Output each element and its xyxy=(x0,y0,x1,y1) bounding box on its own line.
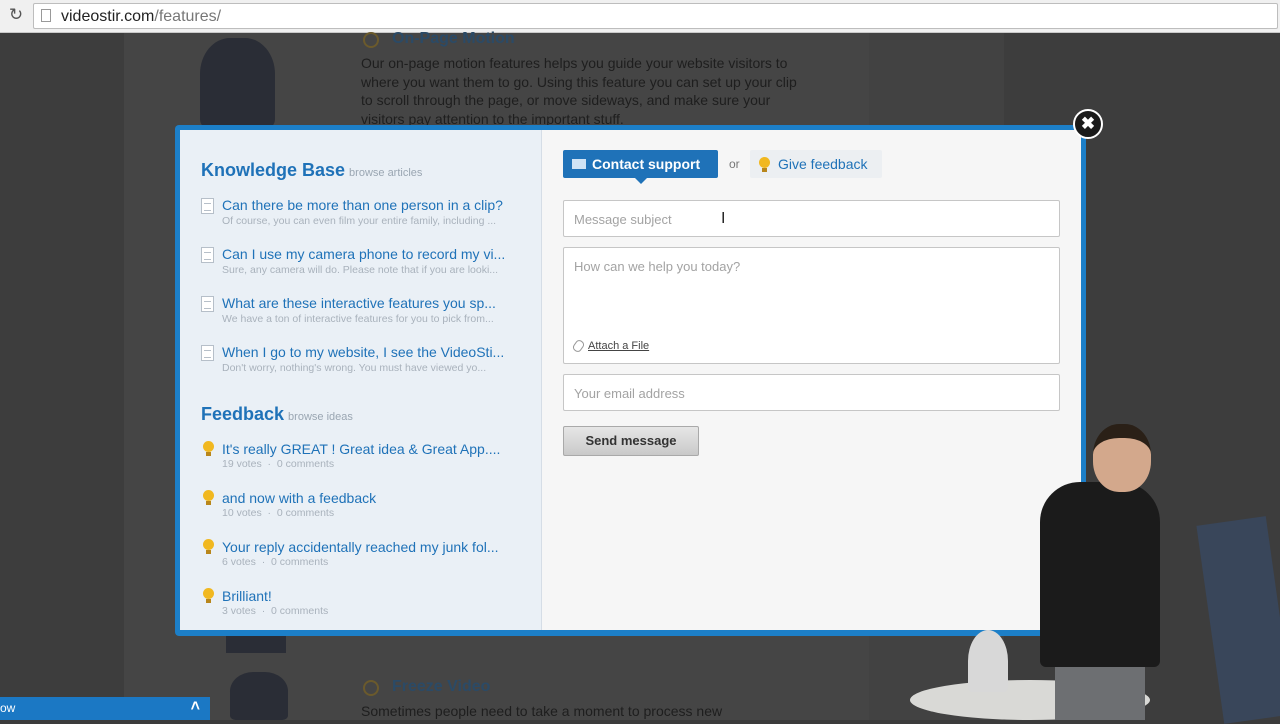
meta-separator: · xyxy=(261,605,266,617)
attach-file-link[interactable]: Attach a File xyxy=(571,338,650,354)
presenter-head xyxy=(1093,424,1151,492)
url-domain: videostir.com xyxy=(61,8,155,25)
text-cursor-icon: I xyxy=(721,210,726,227)
idea-votes: 3 votes xyxy=(222,605,256,617)
email-placeholder: Your email address xyxy=(574,386,685,401)
article-snippet: Of course, you can even film your entire… xyxy=(222,215,497,227)
article-title[interactable]: When I go to my website, I see the Video… xyxy=(222,344,522,360)
lightbulb-icon xyxy=(203,539,214,554)
close-icon[interactable]: ✖ xyxy=(1073,109,1103,139)
document-icon xyxy=(201,296,214,312)
url-text: videostir.com/features/ xyxy=(61,8,221,26)
bottom-widget-tab[interactable]: ow ˄ xyxy=(0,697,210,720)
chevron-up-icon[interactable]: ˄ xyxy=(191,698,200,716)
meta-separator: · xyxy=(267,458,272,470)
browse-articles-link[interactable]: browse articles xyxy=(349,167,422,179)
paperclip-icon xyxy=(571,338,586,354)
idea-meta: 6 votes · 0 comments xyxy=(222,556,328,568)
article-snippet: We have a ton of interactive features fo… xyxy=(222,313,494,325)
send-message-button[interactable]: Send message xyxy=(563,426,699,456)
section-title-freeze-video: Freeze Video xyxy=(392,678,491,695)
section-text-freeze-video: Sometimes people need to take a moment t… xyxy=(361,703,723,719)
person-thumbnail-cut xyxy=(226,636,286,653)
idea-comments: 0 comments xyxy=(276,507,335,519)
article-snippet: Sure, any camera will do. Please note th… xyxy=(222,264,499,276)
page-icon xyxy=(41,9,51,22)
url-path: /features/ xyxy=(154,8,222,25)
contact-form-panel: Contact support or Give feedback Message… xyxy=(542,130,1081,630)
idea-votes: 6 votes xyxy=(222,556,256,568)
person-thumbnail xyxy=(200,38,275,128)
idea-comments: 0 comments xyxy=(271,605,329,617)
idea-title[interactable]: Brilliant! xyxy=(222,588,522,604)
email-input[interactable]: Your email address xyxy=(563,374,1060,411)
meta-separator: · xyxy=(261,556,266,568)
section-title-onpage-motion: On-Page Motion xyxy=(392,30,515,47)
play-circle-icon xyxy=(363,32,379,48)
idea-meta: 3 votes · 0 comments xyxy=(222,605,328,617)
lightbulb-icon xyxy=(759,157,770,172)
url-field[interactable]: videostir.com/features/ xyxy=(33,3,1278,29)
tab-give-feedback[interactable]: Give feedback xyxy=(750,150,882,178)
article-title[interactable]: Can I use my camera phone to record my v… xyxy=(222,246,522,262)
lightbulb-icon xyxy=(203,441,214,456)
idea-meta: 10 votes · 0 comments xyxy=(222,507,334,519)
play-circle-icon xyxy=(363,680,379,696)
article-snippet: Don't worry, nothing's wrong. You must h… xyxy=(222,362,487,374)
video-presenter[interactable] xyxy=(1040,482,1160,667)
give-feedback-label: Give feedback xyxy=(778,156,868,172)
document-icon xyxy=(201,198,214,214)
message-body-textarea[interactable]: How can we help you today? Attach a File xyxy=(563,247,1060,364)
idea-title[interactable]: Your reply accidentally reached my junk … xyxy=(222,539,522,555)
idea-comments: 0 comments xyxy=(276,458,335,470)
browser-address-bar: ↻ videostir.com/features/ xyxy=(0,0,1280,33)
knowledge-base-heading: Knowledge Base browse articles xyxy=(201,160,422,181)
message-placeholder: How can we help you today? xyxy=(574,259,741,274)
tab-contact-support[interactable]: Contact support xyxy=(563,150,718,184)
document-icon xyxy=(201,345,214,361)
contact-support-label: Contact support xyxy=(592,156,701,172)
support-modal: Knowledge Base browse articles Can there … xyxy=(175,125,1086,636)
subject-placeholder: Message subject xyxy=(574,212,672,227)
article-title[interactable]: What are these interactive features you … xyxy=(222,295,522,311)
idea-meta: 19 votes · 0 comments xyxy=(222,458,334,470)
feedback-title: Feedback xyxy=(201,404,285,424)
reload-icon[interactable]: ↻ xyxy=(6,5,26,25)
lightbulb-icon xyxy=(203,490,214,505)
browse-ideas-link[interactable]: browse ideas xyxy=(288,411,353,423)
feedback-heading: Feedback browse ideas xyxy=(201,404,353,425)
idea-comments: 0 comments xyxy=(271,556,329,568)
meta-separator: · xyxy=(267,507,272,519)
knowledge-base-title: Knowledge Base xyxy=(201,160,346,180)
person-thumbnail-2 xyxy=(230,672,288,720)
lightbulb-icon xyxy=(203,588,214,603)
article-title[interactable]: Can there be more than one person in a c… xyxy=(222,197,522,213)
message-subject-input[interactable]: Message subject I xyxy=(563,200,1060,237)
idea-votes: 19 votes xyxy=(222,458,262,470)
section-text-onpage-motion: Our on-page motion features helps you gu… xyxy=(361,55,797,126)
modal-body: Knowledge Base browse articles Can there … xyxy=(180,130,1081,630)
knowledge-base-panel: Knowledge Base browse articles Can there … xyxy=(180,130,542,630)
clothes-iron xyxy=(968,630,1008,692)
document-icon xyxy=(201,247,214,263)
attach-file-label: Attach a File xyxy=(588,340,650,352)
bottom-tab-label: ow xyxy=(0,701,16,715)
idea-votes: 10 votes xyxy=(222,507,262,519)
or-separator: or xyxy=(729,157,740,171)
idea-title[interactable]: and now with a feedback xyxy=(222,490,522,506)
idea-title[interactable]: It's really GREAT ! Great idea & Great A… xyxy=(222,441,522,457)
envelope-icon xyxy=(572,159,586,169)
active-tab-pointer xyxy=(635,178,647,184)
